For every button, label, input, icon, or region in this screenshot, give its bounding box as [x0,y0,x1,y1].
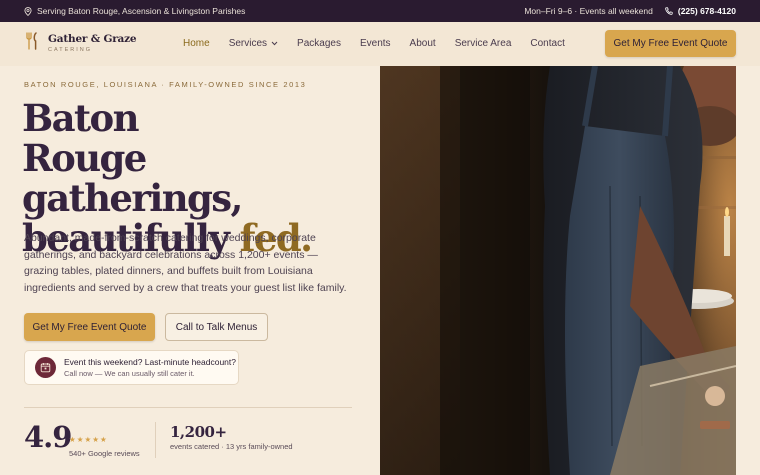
nav-contact[interactable]: Contact [530,38,564,49]
service-area-notice: Serving Baton Rouge, Ascension & Livings… [24,6,245,16]
nav-service-area[interactable]: Service Area [455,38,512,49]
phone-icon [665,7,673,15]
rating-score: 4.9 [24,420,72,454]
business-hours: Mon–Fri 9–6 · Events all weekend [524,6,653,16]
nav-services-label: Services [228,38,268,49]
calendar-icon [35,357,56,378]
hero-eyebrow: BATON ROUGE, LOUISIANA · FAMILY-OWNED SI… [24,80,307,89]
call-menus-button[interactable]: Call to Talk Menus [165,313,268,341]
brand-tagline: CATERING [48,46,93,53]
events-count: 1,200+ [170,423,227,441]
nav-about[interactable]: About [410,38,436,49]
star-icon: ★ [76,435,84,444]
review-count: 540+ Google reviews [69,449,140,458]
headline-line-1: Baton [22,96,140,140]
nav-service-area-label: Service Area [454,38,512,49]
main-nav: Home Services Packages Events About Serv… [183,38,584,49]
brand-name: Gather & Graze [48,33,137,45]
top-info-bar: Serving Baton Rouge, Ascension & Livings… [0,0,760,22]
hero-chef-photo [380,66,736,475]
stats-divider [24,407,352,408]
fork-knife-logo-icon [24,32,40,55]
service-area-text: Serving Baton Rouge, Ascension & Livings… [37,6,246,16]
chevron-down-icon [271,38,278,49]
nav-packages[interactable]: Packages [297,38,341,49]
notice-title: Event this weekend? Last-minute headcoun… [64,356,237,367]
brand-logo[interactable]: Gather & Graze CATERING [24,32,137,55]
nav-about-label: About [409,38,436,49]
phone-link[interactable]: (225) 678-4120 [665,6,736,16]
star-icon: ★ [69,435,76,444]
phone-number: (225) 678-4120 [677,6,736,16]
star-icon: ★ [92,435,99,444]
rating-stars: ★ ★ ★ ★ ★ [69,436,107,444]
location-pin-icon [24,6,32,16]
last-minute-notice[interactable]: Event this weekend? Last-minute headcoun… [24,350,239,385]
stats-separator [155,422,156,458]
hero-description: Abundant, made-from-scratch catering for… [24,232,347,294]
headline-line-2: Rouge gatherings, [22,136,243,220]
nav-packages-label: Packages [297,38,341,49]
site-header: Gather & Graze CATERING Home Services Pa… [0,22,760,66]
events-subtitle: events catered · 13 yrs family-owned [170,442,293,451]
nav-events[interactable]: Events [360,38,391,49]
nav-services[interactable]: Services [229,38,278,49]
notice-subtitle: Call now — We can usually still cater it… [64,368,195,378]
nav-home[interactable]: Home [183,38,210,49]
nav-events-label: Events [359,38,391,49]
star-icon: ★ [99,435,107,444]
header-quote-button[interactable]: Get My Free Event Quote [605,30,736,57]
primary-quote-button[interactable]: Get My Free Event Quote [24,313,155,341]
star-icon: ★ [84,435,92,444]
nav-home-label: Home [183,38,210,49]
nav-contact-label: Contact [530,38,565,49]
